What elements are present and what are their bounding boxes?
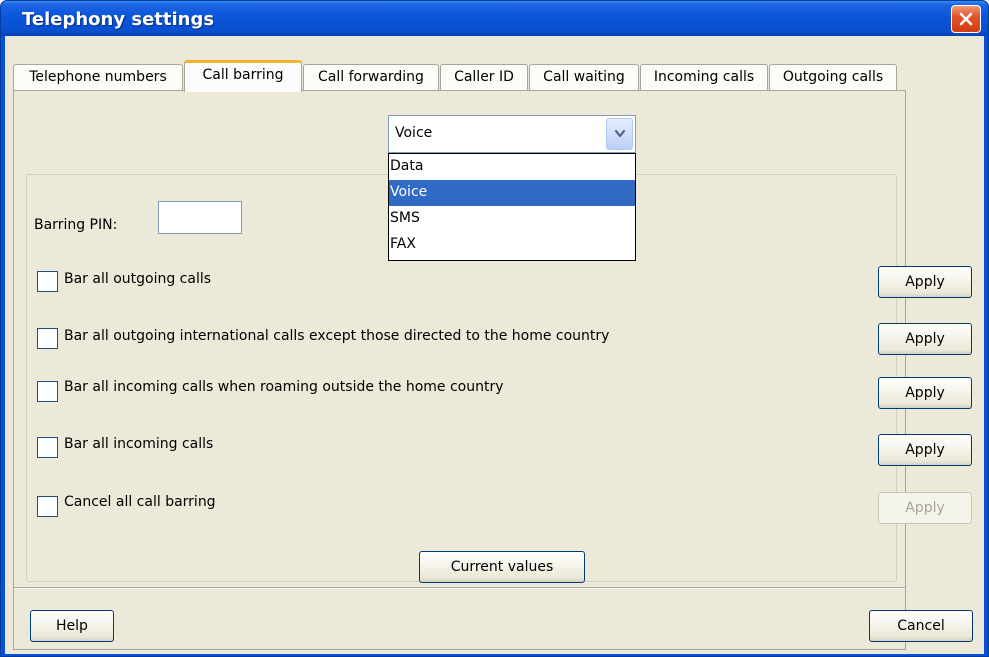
bar-incoming-roaming-checkbox[interactable] <box>37 381 58 402</box>
bar-all-incoming-checkbox[interactable] <box>37 437 58 458</box>
cancel-all-barring-checkbox[interactable] <box>37 496 58 517</box>
service-option-sms[interactable]: SMS <box>389 206 635 232</box>
tab-call-forwarding[interactable]: Call forwarding <box>303 64 439 91</box>
service-select-toggle[interactable] <box>606 118 633 150</box>
service-select-value: Voice <box>395 125 433 141</box>
tab-label: Telephone numbers <box>29 69 167 85</box>
chevron-down-icon <box>614 129 625 138</box>
current-values-button[interactable]: Current values <box>419 551 585 583</box>
tab-label: Call waiting <box>543 69 625 85</box>
telephony-settings-window: Telephony settings Telephone numbers Cal… <box>0 0 989 657</box>
title-bar[interactable]: Telephony settings <box>1 1 988 36</box>
apply-bar-incoming-roaming-button[interactable]: Apply <box>878 377 972 409</box>
close-icon <box>959 12 973 26</box>
cancel-button[interactable]: Cancel <box>869 610 973 642</box>
help-button[interactable]: Help <box>30 610 114 642</box>
bar-all-incoming-label: Bar all incoming calls <box>64 436 214 452</box>
service-option-fax[interactable]: FAX <box>389 232 635 258</box>
apply-bar-all-outgoing-button[interactable]: Apply <box>878 266 972 298</box>
tab-call-waiting[interactable]: Call waiting <box>529 64 639 91</box>
tab-label: Outgoing calls <box>782 69 884 85</box>
tab-label: Incoming calls <box>653 69 755 85</box>
dialog-client-area: Telephone numbers Call barring Call forw… <box>5 36 984 654</box>
bar-incoming-roaming-label: Bar all incoming calls when roaming outs… <box>64 379 504 395</box>
bar-all-outgoing-checkbox[interactable] <box>37 271 58 292</box>
tab-label: Caller ID <box>454 69 514 85</box>
tab-incoming-calls[interactable]: Incoming calls <box>640 64 768 91</box>
service-select-options: Data Voice SMS FAX <box>388 153 636 261</box>
tab-label: Call forwarding <box>318 69 424 85</box>
window-title: Telephony settings <box>22 9 215 30</box>
bar-outgoing-international-checkbox[interactable] <box>37 328 58 349</box>
apply-cancel-all-barring-button[interactable]: Apply <box>878 492 972 524</box>
barring-pin-label: Barring PIN: <box>34 217 118 233</box>
tab-telephone-numbers[interactable]: Telephone numbers <box>13 64 183 91</box>
barring-pin-input[interactable] <box>158 201 242 234</box>
bar-outgoing-international-label: Bar all outgoing international calls exc… <box>64 328 610 344</box>
bar-all-outgoing-label: Bar all outgoing calls <box>64 271 212 287</box>
close-button[interactable] <box>951 5 981 33</box>
service-option-voice[interactable]: Voice <box>389 180 635 206</box>
divider <box>14 587 905 589</box>
apply-bar-all-incoming-button[interactable]: Apply <box>878 434 972 466</box>
tab-panel-call-barring: Voice Barring PIN: Bar all outgoing call… <box>13 90 973 650</box>
apply-bar-outgoing-international-button[interactable]: Apply <box>878 323 972 355</box>
tab-outgoing-calls[interactable]: Outgoing calls <box>769 64 897 91</box>
cancel-all-barring-label: Cancel all call barring <box>64 494 216 510</box>
tab-call-barring[interactable]: Call barring <box>184 60 302 92</box>
service-select[interactable]: Voice <box>388 115 636 153</box>
tab-caller-id[interactable]: Caller ID <box>440 64 528 91</box>
tab-label: Call barring <box>202 67 284 83</box>
service-option-data[interactable]: Data <box>389 154 635 180</box>
